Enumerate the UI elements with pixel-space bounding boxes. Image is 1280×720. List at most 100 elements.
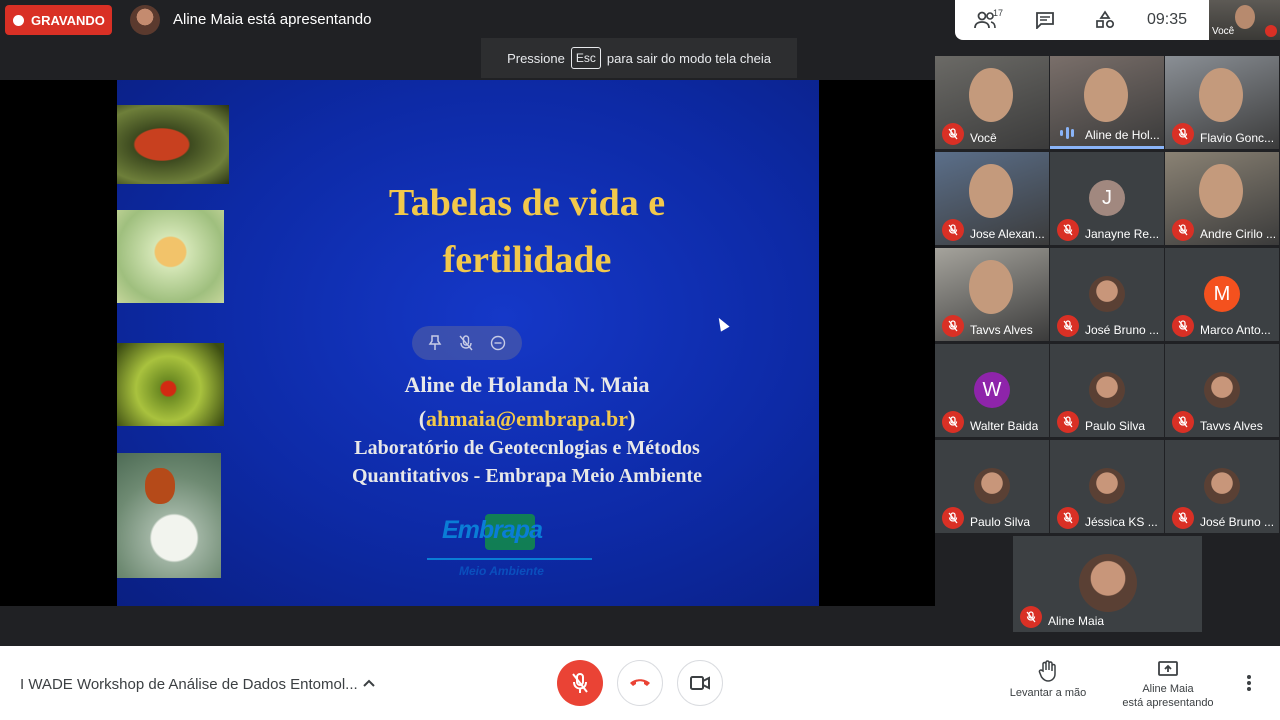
- present-screen-icon: [1158, 661, 1178, 676]
- top-right-toolbar: 17 09:35: [955, 0, 1209, 40]
- participant-initial-avatar: W: [974, 372, 1010, 408]
- people-button[interactable]: 17: [955, 0, 1015, 40]
- participant-name: Tavvs Alves: [970, 323, 1033, 337]
- mic-off-icon: [1057, 411, 1079, 433]
- email-open-paren: (: [418, 406, 427, 431]
- participant-tile[interactable]: Jose Alexan...: [935, 152, 1049, 245]
- tile-hover-controls: [412, 326, 522, 360]
- participant-tile[interactable]: Paulo Silva: [1050, 344, 1164, 437]
- mic-off-icon: [1172, 411, 1194, 433]
- participant-face: [1199, 164, 1243, 218]
- participant-tile[interactable]: Paulo Silva: [935, 440, 1049, 533]
- fullscreen-toast: Pressione Esc para sair do modo tela che…: [481, 38, 797, 78]
- participant-tile[interactable]: José Bruno ...: [1050, 248, 1164, 341]
- participant-name: Marco Anto...: [1200, 323, 1271, 337]
- participant-name: Aline de Hol...: [1085, 128, 1160, 142]
- participant-tile[interactable]: Aline Maia: [1013, 536, 1202, 632]
- slide-title-line1: Tabelas de vida e: [388, 182, 666, 224]
- participant-tile[interactable]: J Janayne Re...: [1050, 152, 1164, 245]
- ladybug-photo: [117, 105, 229, 184]
- camera-icon: [690, 676, 710, 690]
- participant-tile[interactable]: Jéssica KS ...: [1050, 440, 1164, 533]
- mic-off-icon: [942, 219, 964, 241]
- participant-tile[interactable]: Flavio Gonc...: [1165, 56, 1279, 149]
- mic-off-icon: [942, 411, 964, 433]
- participant-avatar-photo: [974, 468, 1010, 504]
- chat-icon: [1036, 12, 1054, 29]
- participant-name: Tavvs Alves: [1200, 419, 1263, 433]
- mic-off-icon: [942, 123, 964, 145]
- participant-name: Aline Maia: [1048, 614, 1105, 628]
- slide-affiliation: Laboratório de Geotecnlogias e Métodos Q…: [267, 434, 787, 490]
- end-call-button[interactable]: [617, 660, 663, 706]
- participant-name: Jéssica KS ...: [1085, 515, 1158, 529]
- participant-tile[interactable]: M Marco Anto...: [1165, 248, 1279, 341]
- recording-badge[interactable]: GRAVANDO: [5, 5, 112, 35]
- mite-photo: [117, 210, 224, 303]
- bottom-bar: I WADE Workshop de Análise de Dados Ento…: [0, 646, 1280, 720]
- logo-underline: [427, 558, 592, 560]
- meeting-title[interactable]: I WADE Workshop de Análise de Dados Ento…: [20, 676, 358, 693]
- participant-name: José Bruno ...: [1085, 323, 1160, 337]
- participant-tile[interactable]: W Walter Baida: [935, 344, 1049, 437]
- hand-icon: [1038, 660, 1056, 682]
- hang-up-icon: [630, 679, 650, 686]
- camera-toggle-button[interactable]: [677, 660, 723, 706]
- slide-lab-line2: Quantitativos - Embrapa Meio Ambiente: [352, 465, 702, 487]
- speaking-indicator-icon: [1060, 126, 1074, 140]
- presenter-line2: está apresentando: [1122, 697, 1214, 709]
- people-count: 17: [993, 8, 1004, 18]
- mic-toggle-button[interactable]: [557, 660, 603, 706]
- participant-face: [1199, 68, 1243, 122]
- participant-tile[interactable]: Andre Cirilo ...: [1165, 152, 1279, 245]
- participant-name: Flavio Gonc...: [1200, 131, 1275, 145]
- more-options-icon[interactable]: [1246, 674, 1252, 692]
- participant-name: Você: [970, 131, 997, 145]
- record-dot-icon: [13, 14, 24, 26]
- logo-subtitle: Meio Ambiente: [459, 564, 544, 578]
- participant-avatar-photo: [1204, 468, 1240, 504]
- mic-off-icon: [1265, 25, 1277, 37]
- slide-title: Tabelas de vida e fertilidade: [297, 175, 757, 289]
- mic-off-icon: [1057, 315, 1079, 337]
- email-close-paren: ): [627, 406, 636, 431]
- pin-icon[interactable]: [428, 335, 442, 351]
- participant-name: Andre Cirilo ...: [1200, 227, 1277, 241]
- remove-icon[interactable]: [490, 335, 506, 351]
- raise-hand-button[interactable]: Levantar a mão: [1004, 660, 1092, 700]
- mic-off-icon: [942, 315, 964, 337]
- slide-email-line: (ahmaia@embrapa.br): [267, 402, 787, 436]
- presenter-button[interactable]: Aline Maia está apresentando: [1112, 660, 1224, 710]
- insect-egg-photo: [117, 453, 221, 578]
- slide-email: ahmaia@embrapa.br: [426, 406, 628, 431]
- chat-button[interactable]: [1015, 0, 1075, 40]
- embrapa-logo: Embrapa Meio Ambiente: [427, 510, 597, 582]
- mic-off-icon: [1057, 219, 1079, 241]
- participant-tile[interactable]: Tavvs Alves: [1165, 344, 1279, 437]
- mic-off-icon[interactable]: [459, 335, 473, 351]
- participant-avatar-photo: [1204, 372, 1240, 408]
- presenting-label: Aline Maia está apresentando: [173, 11, 372, 28]
- participant-name: Paulo Silva: [970, 515, 1031, 529]
- activities-button[interactable]: [1075, 0, 1135, 40]
- presenter-line1: Aline Maia: [1142, 683, 1194, 695]
- participant-name: Jose Alexan...: [970, 227, 1045, 241]
- esc-key: Esc: [570, 47, 601, 69]
- participant-tile[interactable]: Tavvs Alves: [935, 248, 1049, 341]
- participant-tile[interactable]: Aline de Hol...: [1050, 56, 1164, 149]
- mic-off-icon: [1172, 219, 1194, 241]
- slide-author: Aline de Holanda N. Maia: [404, 372, 650, 397]
- chevron-up-icon[interactable]: [362, 676, 376, 690]
- mic-off-icon: [1057, 507, 1079, 529]
- toast-suffix: para sair do modo tela cheia: [606, 50, 771, 66]
- participant-face: [1084, 68, 1128, 122]
- mic-off-icon: [1020, 606, 1042, 628]
- participant-avatar-photo: [1089, 276, 1125, 312]
- participant-tile[interactable]: José Bruno ...: [1165, 440, 1279, 533]
- slide-title-line2: fertilidade: [442, 239, 612, 281]
- self-view-mini[interactable]: Você: [1209, 0, 1280, 40]
- participant-initial-avatar: M: [1204, 276, 1240, 312]
- participant-tile[interactable]: Você: [935, 56, 1049, 149]
- participant-name: José Bruno ...: [1200, 515, 1275, 529]
- participant-avatar-photo: [1089, 468, 1125, 504]
